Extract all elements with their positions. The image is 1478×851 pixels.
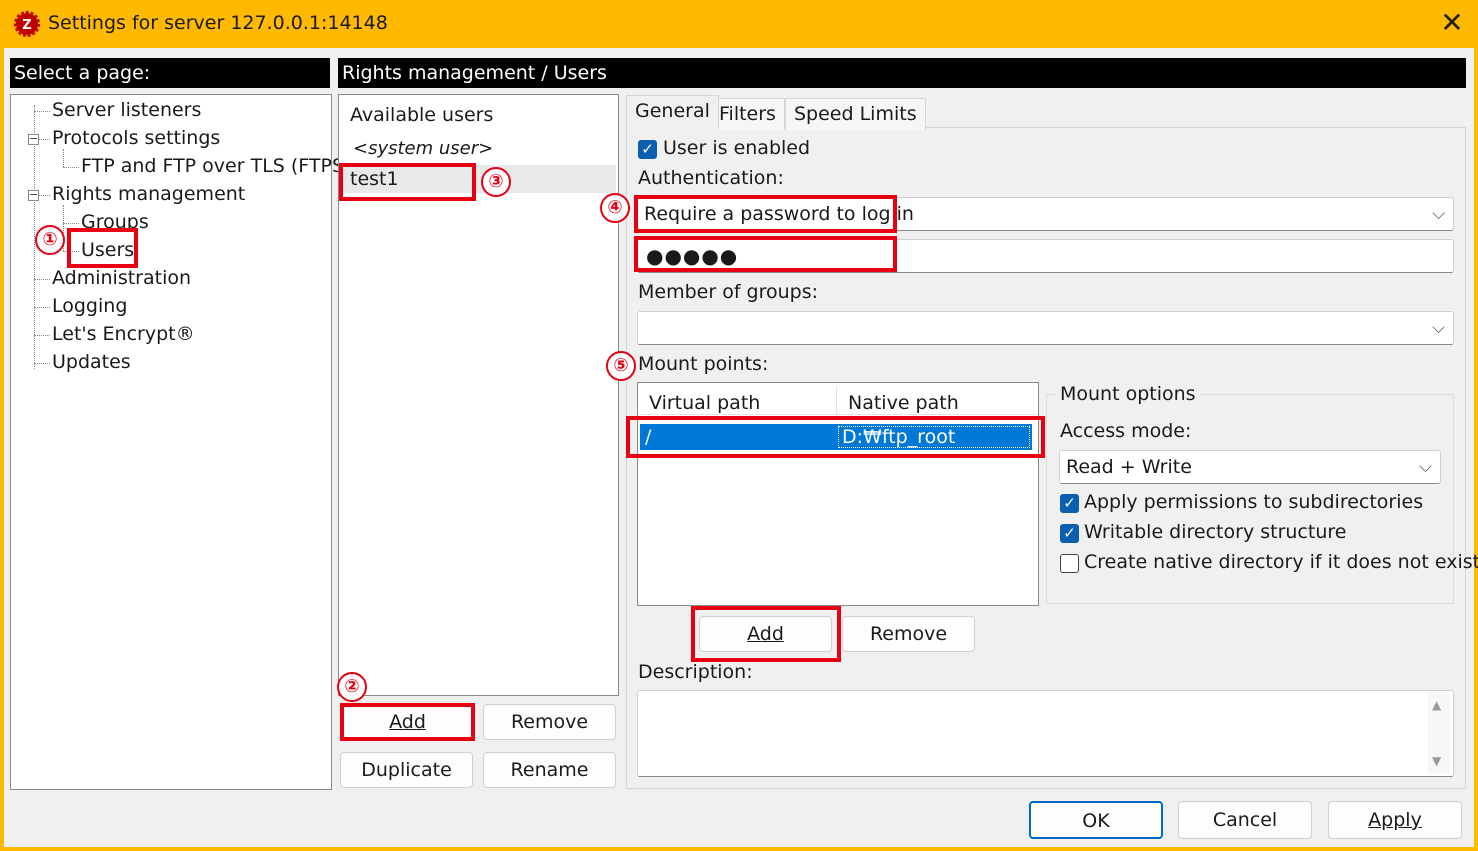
- remove-user-button[interactable]: Remove: [483, 704, 616, 740]
- tab-speed-limits[interactable]: Speed Limits: [785, 98, 926, 130]
- cancel-button[interactable]: Cancel: [1178, 801, 1312, 839]
- scroll-up-icon[interactable]: ▲: [1432, 698, 1441, 712]
- step-marker-5: ⑤: [606, 351, 636, 381]
- description-field[interactable]: [637, 690, 1454, 777]
- list-item-system-user[interactable]: <system user>: [353, 138, 493, 159]
- highlight-users-tree-item: [67, 228, 138, 268]
- apply-button[interactable]: Apply: [1328, 801, 1462, 839]
- filezilla-server-icon: Z: [14, 11, 40, 37]
- tree-item-ftp-ftps[interactable]: FTP and FTP over TLS (FTPS): [81, 155, 351, 177]
- page-tree[interactable]: − − Server listeners Protocols settings …: [10, 94, 351, 790]
- available-users-header: Available users: [350, 104, 494, 126]
- window-title: Settings for server 127.0.0.1:14148: [48, 12, 388, 34]
- chevron-down-icon: ⌵: [1419, 457, 1432, 477]
- mount-points-label: Mount points:: [638, 353, 769, 375]
- tree-item-server-listeners[interactable]: Server listeners: [52, 99, 201, 121]
- tree-connector: [63, 223, 79, 224]
- highlight-add-mount: [691, 606, 841, 662]
- rename-user-button[interactable]: Rename: [483, 752, 616, 788]
- tree-item-rights-management[interactable]: Rights management: [52, 183, 245, 205]
- create-native-dir-checkbox[interactable]: [1060, 554, 1079, 573]
- tree-item-lets-encrypt[interactable]: Let's Encrypt®: [52, 323, 195, 345]
- access-mode-value: Read + Write: [1066, 456, 1192, 478]
- mount-options-title: Mount options: [1056, 383, 1200, 405]
- tree-item-logging[interactable]: Logging: [52, 295, 127, 317]
- tree-connector: [63, 167, 79, 168]
- tree-connector: [34, 111, 50, 112]
- tree-connector: [34, 335, 50, 336]
- tree-item-administration[interactable]: Administration: [52, 267, 191, 289]
- tree-connector: [34, 363, 50, 364]
- tree-connector: [34, 307, 50, 308]
- duplicate-user-button[interactable]: Duplicate: [340, 752, 473, 788]
- step-marker-2: ②: [337, 672, 367, 702]
- apply-label: Apply: [1368, 809, 1422, 831]
- remove-mount-button[interactable]: Remove: [842, 616, 975, 652]
- highlight-add-user: [340, 703, 475, 741]
- authentication-label: Authentication:: [638, 167, 784, 189]
- tab-filters[interactable]: Filters: [710, 98, 785, 130]
- collapse-rights-icon[interactable]: −: [28, 189, 39, 201]
- highlight-password: [634, 236, 897, 272]
- step-marker-1: ①: [35, 225, 65, 255]
- tree-connector: [39, 139, 50, 140]
- description-label: Description:: [638, 661, 753, 683]
- column-divider: [836, 387, 837, 415]
- access-mode-label: Access mode:: [1060, 420, 1192, 442]
- close-icon[interactable]: ✕: [1430, 6, 1474, 42]
- tree-connector: [34, 279, 50, 280]
- user-enabled-checkbox[interactable]: ✓: [638, 140, 657, 159]
- access-mode-dropdown[interactable]: Read + Write ⌵: [1059, 450, 1441, 484]
- create-native-dir-label: Create native directory if it does not e…: [1084, 551, 1478, 573]
- highlight-test1-user: [339, 163, 476, 201]
- column-header-native-path[interactable]: Native path: [848, 392, 959, 414]
- tree-item-protocols-settings[interactable]: Protocols settings: [52, 127, 220, 149]
- window-border-left: [0, 48, 4, 851]
- chevron-down-icon: ⌵: [1432, 318, 1445, 338]
- ok-button[interactable]: OK: [1029, 801, 1163, 839]
- window-border-bottom: [0, 847, 1478, 851]
- page-breadcrumb-header: Rights management / Users: [338, 58, 1466, 88]
- svg-text:Z: Z: [22, 18, 31, 33]
- highlight-mount-row: [626, 416, 1045, 458]
- step-marker-3: ③: [481, 167, 511, 197]
- apply-permissions-checkbox[interactable]: ✓: [1060, 494, 1079, 513]
- tab-general[interactable]: General: [626, 95, 719, 129]
- column-header-virtual-path[interactable]: Virtual path: [649, 392, 760, 414]
- window-border-right: [1474, 48, 1478, 851]
- step-marker-4: ④: [600, 193, 630, 223]
- user-enabled-label: User is enabled: [663, 137, 811, 159]
- tree-connector: [39, 195, 50, 196]
- chevron-down-icon: ⌵: [1432, 204, 1445, 224]
- writable-structure-label: Writable directory structure: [1084, 521, 1347, 543]
- collapse-protocols-icon[interactable]: −: [28, 133, 39, 145]
- member-of-groups-label: Member of groups:: [638, 281, 819, 303]
- writable-structure-checkbox[interactable]: ✓: [1060, 524, 1079, 543]
- select-page-header: Select a page:: [10, 58, 330, 88]
- apply-permissions-label: Apply permissions to subdirectories: [1084, 491, 1424, 513]
- tree-item-updates[interactable]: Updates: [52, 351, 131, 373]
- tree-connector: [63, 149, 64, 167]
- scroll-down-icon[interactable]: ▼: [1432, 754, 1441, 768]
- highlight-authentication: [634, 195, 897, 233]
- member-of-groups-dropdown[interactable]: ⌵: [637, 311, 1454, 345]
